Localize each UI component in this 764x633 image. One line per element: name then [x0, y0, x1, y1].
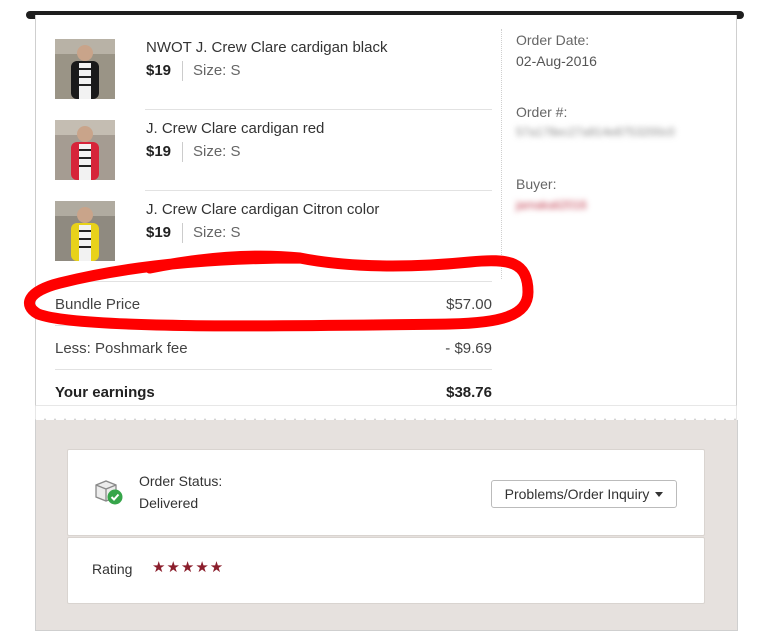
product-photo-icon	[55, 120, 115, 180]
item-size: Size: S	[193, 143, 241, 160]
order-number-label: Order #:	[516, 104, 568, 120]
earnings-value: $38.76	[446, 384, 492, 401]
divider	[182, 61, 183, 81]
buyer-label: Buyer:	[516, 176, 557, 192]
order-date-value: 02-Aug-2016	[516, 53, 597, 69]
product-photo-icon	[55, 39, 115, 99]
order-status-value: Delivered	[139, 495, 199, 511]
problems-order-inquiry-dropdown[interactable]: Problems/Order Inquiry	[491, 480, 677, 508]
list-item[interactable]: J. Crew Clare cardigan red $19 Size: S	[55, 120, 492, 200]
item-price: $19	[146, 62, 172, 79]
rating-stars-icon: ★★★★★	[152, 559, 225, 576]
product-thumbnail[interactable]	[55, 201, 115, 261]
divider	[145, 190, 492, 191]
caret-down-icon	[655, 491, 664, 497]
rating-card: Rating ★★★★★	[67, 537, 705, 604]
divider	[55, 281, 492, 282]
earnings-label: Your earnings	[55, 384, 155, 401]
item-title[interactable]: J. Crew Clare cardigan Citron color	[146, 201, 379, 218]
divider	[145, 109, 492, 110]
buyer-username-link[interactable]: jamakali2016	[516, 198, 587, 212]
item-size: Size: S	[193, 62, 241, 79]
package-delivered-icon	[95, 480, 123, 505]
divider	[182, 142, 183, 162]
item-price: $19	[146, 143, 172, 160]
list-item[interactable]: J. Crew Clare cardigan Citron color $19 …	[55, 201, 492, 281]
poshmark-fee-label: Less: Poshmark fee	[55, 340, 188, 357]
column-divider	[501, 29, 502, 279]
order-number-value: 57a178ec27a914e8753200c0	[516, 125, 675, 139]
order-date-label: Order Date:	[516, 32, 590, 48]
bundle-price-label: Bundle Price	[55, 296, 141, 313]
order-status-card: Order Status: Delivered Problems/Order I…	[67, 449, 705, 536]
divider	[182, 223, 183, 243]
product-thumbnail[interactable]	[55, 39, 115, 99]
list-item[interactable]: NWOT J. Crew Clare cardigan black $19 Si…	[55, 39, 492, 119]
divider	[55, 325, 492, 326]
inquiry-button-label: Problems/Order Inquiry	[504, 486, 650, 502]
item-price: $19	[146, 224, 172, 241]
item-title[interactable]: J. Crew Clare cardigan red	[146, 120, 324, 137]
item-size: Size: S	[193, 224, 241, 241]
divider	[55, 369, 492, 370]
product-photo-icon	[55, 201, 115, 261]
item-title[interactable]: NWOT J. Crew Clare cardigan black	[146, 39, 387, 56]
order-status-label: Order Status:	[139, 473, 223, 489]
bundle-price-value: $57.00	[446, 296, 492, 313]
product-thumbnail[interactable]	[55, 120, 115, 180]
rating-label: Rating	[92, 561, 133, 577]
poshmark-fee-value: - $9.69	[445, 340, 492, 357]
